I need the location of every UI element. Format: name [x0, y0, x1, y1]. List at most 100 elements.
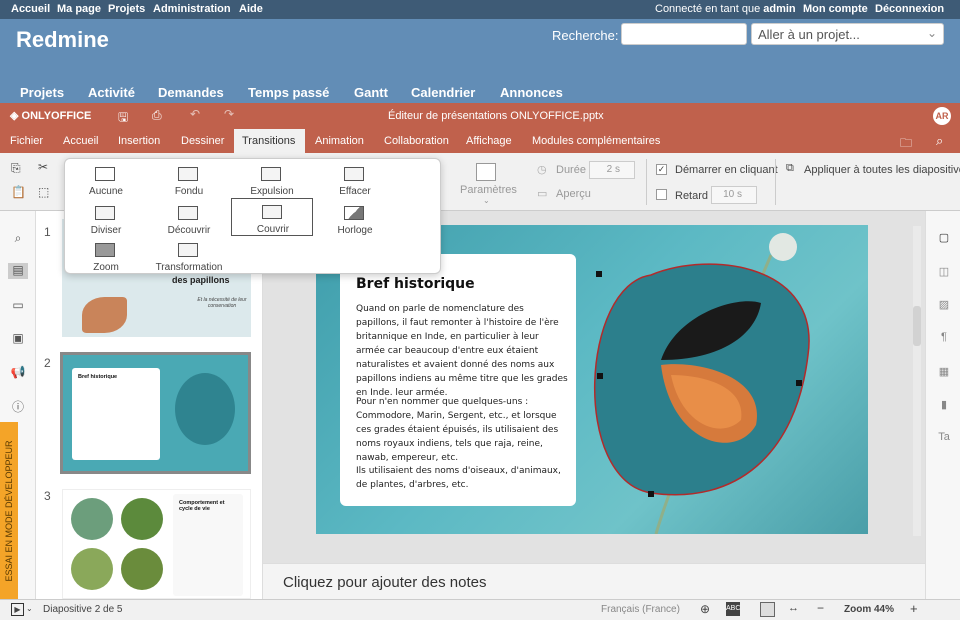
chat-icon[interactable]: ▣ [9, 331, 27, 347]
menu-activity[interactable]: Activité [88, 85, 135, 100]
shape-settings-icon[interactable]: ◫ [935, 265, 953, 281]
top-link-admin[interactable]: Administration [153, 3, 231, 15]
transition-none[interactable]: Aucune [65, 161, 147, 199]
paragraph-2[interactable]: Pour n'en nommer que quelques-uns : Comm… [356, 395, 568, 465]
delay-checkbox[interactable] [656, 189, 667, 200]
vertical-scrollbar[interactable] [913, 226, 921, 536]
slide-thumbnail-3[interactable]: Comportement et cycle de vie [62, 489, 251, 599]
tab-home[interactable]: Accueil [55, 129, 106, 153]
delay-input[interactable]: 10 s [711, 186, 757, 204]
chevron-down-icon[interactable]: ⌄ [26, 604, 33, 613]
top-link-projects[interactable]: Projets [108, 3, 145, 15]
menu-time[interactable]: Temps passé [248, 85, 329, 100]
dev-mode-text: ESSAI EN MODE DÉVELOPPEUR [4, 440, 14, 582]
search-icon[interactable]: ⌕ [936, 133, 943, 149]
paragraph-settings-icon[interactable]: ¶ [935, 331, 953, 347]
copy-icon[interactable]: ⎘ [11, 161, 21, 176]
preview-button[interactable]: Aperçu [556, 188, 591, 200]
butterfly-image [82, 297, 127, 333]
feedback-icon[interactable]: 📢 [9, 365, 27, 381]
parameters-label[interactable]: Paramètres [460, 184, 517, 196]
search-icon[interactable]: ⌕ [9, 231, 27, 247]
tab-draw[interactable]: Dessiner [173, 129, 232, 153]
transition-zoom[interactable]: Zoom [65, 239, 147, 277]
menu-issues[interactable]: Demandes [158, 85, 224, 100]
duration-input[interactable]: 2 s [589, 161, 635, 179]
transition-push[interactable]: Expulsion [231, 161, 313, 199]
fit-width-icon[interactable]: ↔ [788, 602, 799, 614]
menu-calendar[interactable]: Calendrier [411, 85, 475, 100]
tab-animation[interactable]: Animation [307, 129, 372, 153]
text-art-settings-icon[interactable]: Ta [935, 431, 953, 447]
play-icon[interactable]: ▶ [11, 603, 24, 616]
app-title[interactable]: Redmine [16, 27, 109, 53]
tab-collaboration[interactable]: Collaboration [376, 129, 457, 153]
tab-insert[interactable]: Insertion [110, 129, 168, 153]
paste-icon[interactable]: 📋 [11, 185, 26, 199]
project-jump-select[interactable]: Aller à un projet... ⌄ [751, 23, 944, 45]
tab-view[interactable]: Affichage [458, 129, 520, 153]
logout-link[interactable]: Déconnexion [875, 3, 944, 15]
chevron-down-icon: ⌄ [926, 26, 937, 40]
chart-settings-icon[interactable]: ▮ [935, 398, 953, 414]
tab-plugins[interactable]: Modules complémentaires [524, 129, 668, 153]
save-icon[interactable]: 🖫 [118, 108, 128, 129]
menu-gantt[interactable]: Gantt [354, 85, 388, 100]
apply-all-button[interactable]: Appliquer à toutes les diapositives [804, 164, 960, 176]
start-on-click-checkbox[interactable]: ✓ [656, 164, 667, 175]
folder-icon[interactable]: 🗀 [900, 134, 912, 155]
transition-label: Couvrir [256, 224, 290, 235]
redo-icon[interactable]: ↷ [224, 107, 234, 121]
notes-area[interactable]: Cliquez pour ajouter des notes [263, 563, 925, 599]
transition-uncover[interactable]: Découvrir [148, 200, 230, 238]
transition-fade[interactable]: Fondu [148, 161, 230, 199]
parameters-icon[interactable] [476, 163, 496, 181]
paragraph-3[interactable]: Ils utilisaient des noms d'oiseaux, d'an… [356, 464, 568, 492]
menu-news[interactable]: Annonces [500, 85, 563, 100]
search-label: Recherche: [552, 28, 619, 43]
image-settings-icon[interactable]: ▨ [935, 298, 953, 314]
slides-icon[interactable]: ▤ [8, 263, 28, 279]
transition-wipe[interactable]: Effacer [314, 161, 396, 199]
language-select[interactable]: Français (France) [601, 604, 680, 615]
transition-morph[interactable]: Transformation [148, 239, 230, 277]
transition-cover[interactable]: Couvrir [231, 198, 313, 236]
spellcheck-icon[interactable]: ABC [726, 602, 740, 616]
tab-transitions[interactable]: Transitions [234, 129, 305, 153]
top-link-home[interactable]: Accueil [11, 3, 50, 15]
notes-placeholder[interactable]: Cliquez pour ajouter des notes [283, 574, 486, 591]
top-link-help[interactable]: Aide [239, 3, 263, 15]
preview-icon[interactable]: ▭ [537, 187, 547, 200]
top-link-my-page[interactable]: Ma page [57, 3, 101, 15]
paragraph-1[interactable]: Quand on parle de nomenclature des papil… [356, 302, 568, 400]
transition-clock[interactable]: Horloge [314, 200, 396, 238]
fade-icon [178, 167, 198, 181]
slide-settings-icon[interactable]: ▢ [935, 231, 953, 247]
cut-icon[interactable]: ✂ [38, 160, 48, 174]
zoom-out-icon[interactable]: − [817, 601, 824, 615]
comments-icon[interactable]: ▭ [9, 298, 27, 314]
my-account-link[interactable]: Mon compte [803, 3, 868, 15]
divider [646, 159, 647, 205]
table-settings-icon[interactable]: ▦ [935, 365, 953, 381]
tab-file[interactable]: Fichier [2, 129, 51, 153]
search-input[interactable] [621, 23, 747, 45]
info-icon[interactable]: ⓘ [9, 398, 27, 414]
scrollbar-thumb[interactable] [913, 306, 921, 346]
photo-circle [71, 548, 113, 590]
globe-icon[interactable]: ⊕ [700, 602, 710, 616]
transition-split[interactable]: Diviser [65, 200, 147, 238]
slide-title[interactable]: Bref historique [356, 276, 475, 292]
undo-icon[interactable]: ↶ [190, 107, 200, 121]
select-icon[interactable]: ⬚ [38, 185, 49, 199]
slide-thumbnail-2[interactable]: Bref historique [60, 352, 251, 474]
transition-label: Zoom [93, 262, 119, 273]
fit-slide-icon[interactable] [760, 602, 775, 617]
apply-all-icon[interactable]: ⧉ [786, 162, 794, 175]
zoom-in-icon[interactable]: + [910, 601, 918, 616]
menu-projects[interactable]: Projets [20, 85, 64, 100]
none-icon [95, 167, 115, 181]
print-icon[interactable]: ⎙ [152, 108, 162, 123]
user-avatar[interactable]: AR [933, 107, 951, 125]
transition-label: Effacer [339, 186, 371, 197]
